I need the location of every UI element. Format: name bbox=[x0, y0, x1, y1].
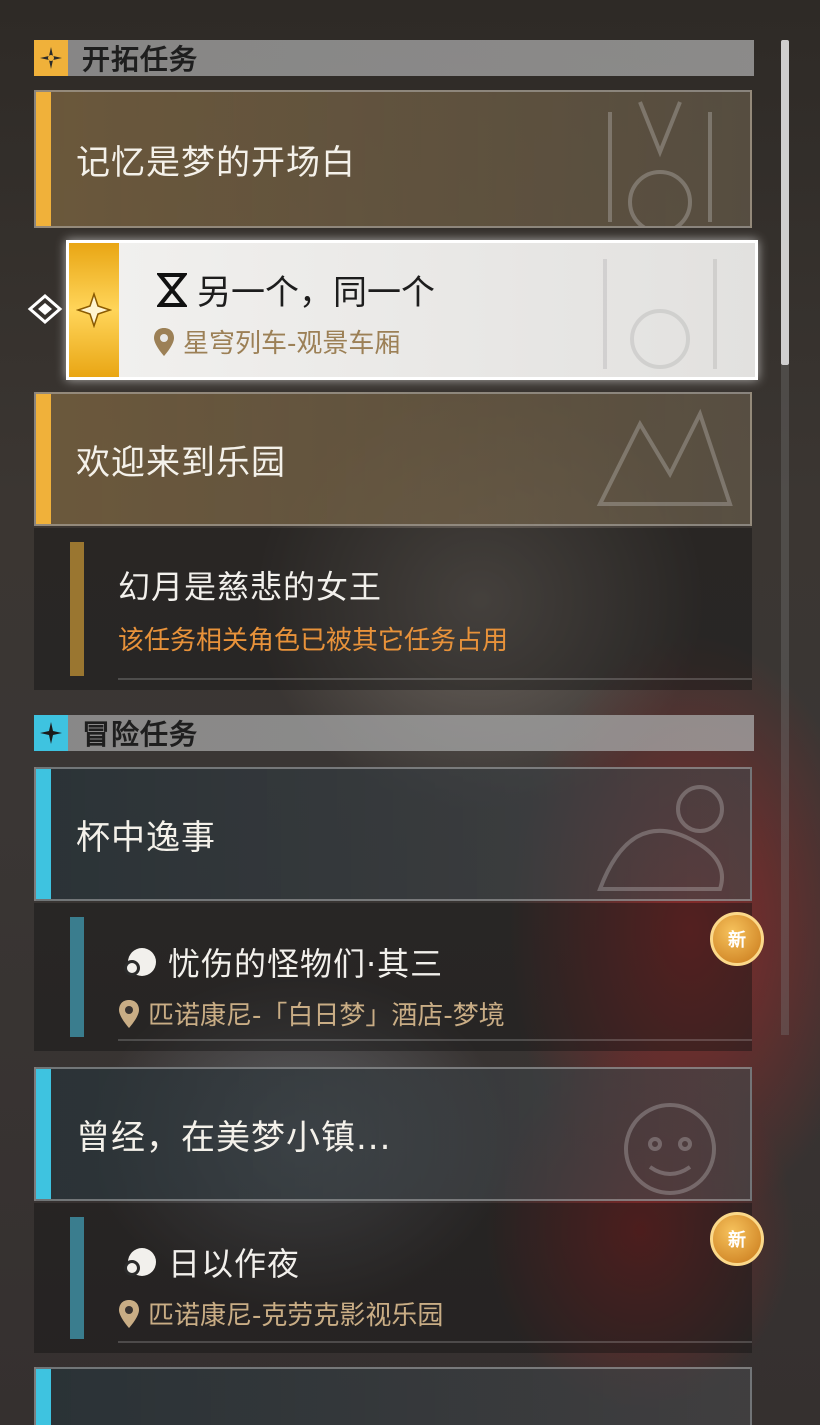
quest-card-partial[interactable] bbox=[34, 1367, 752, 1425]
quest-title-row: 日以作夜 bbox=[118, 1239, 300, 1285]
quest-title-text: 日以作夜 bbox=[168, 1245, 301, 1283]
quest-accent-bar bbox=[70, 542, 84, 676]
section-header-trailblaze: 开拓任务 bbox=[34, 40, 754, 76]
emblem-decoration-icon bbox=[608, 101, 712, 226]
quest-location-row: 匹诺康尼-「白日梦」酒店-梦境 bbox=[118, 995, 505, 1032]
emblem-decoration-icon bbox=[603, 259, 717, 369]
quest-accent-bar bbox=[36, 394, 51, 524]
quest-title-row: 忧伤的怪物们·其三 bbox=[118, 939, 443, 985]
quest-location: 匹诺康尼-「白日梦」酒店-梦境 bbox=[148, 1001, 505, 1031]
selected-quest-title-row: 另一个，同一个 bbox=[157, 265, 435, 314]
map-pin-icon bbox=[119, 1299, 139, 1328]
quest-title: 杯中逸事 bbox=[76, 817, 216, 858]
quest-accent-bar bbox=[70, 1217, 84, 1339]
quest-item-selected[interactable]: 另一个，同一个 星穹列车-观景车厢 bbox=[66, 240, 758, 380]
divider bbox=[118, 1039, 752, 1041]
quest-accent-bar bbox=[36, 1369, 51, 1425]
map-pin-icon bbox=[119, 999, 139, 1028]
scrollbar-track[interactable] bbox=[781, 365, 789, 1035]
quest-title: 记忆是梦的开场白 bbox=[76, 142, 356, 183]
quest-card-welcome[interactable]: 欢迎来到乐园 bbox=[34, 392, 752, 526]
quest-location-row: 匹诺康尼-克劳克影视乐园 bbox=[118, 1295, 443, 1332]
selected-quest-location-row: 星穹列车-观景车厢 bbox=[153, 323, 400, 360]
emblem-decoration-icon bbox=[597, 785, 724, 891]
new-badge: 新 bbox=[710, 912, 764, 966]
quest-accent-bar bbox=[36, 92, 51, 226]
quest-status-text: 该任务相关角色已被其它任务占用 bbox=[118, 626, 509, 656]
quest-location: 匹诺康尼-克劳克影视乐园 bbox=[148, 1301, 444, 1331]
emblem-decoration-icon bbox=[596, 408, 733, 506]
quest-card-dreamtown[interactable]: 曾经，在美梦小镇... bbox=[34, 1067, 752, 1201]
divider bbox=[118, 678, 752, 680]
compass-star-icon bbox=[34, 40, 68, 76]
quest-title: 另一个，同一个 bbox=[197, 273, 435, 313]
new-badge: 新 bbox=[710, 1212, 764, 1266]
emblem-decoration-icon bbox=[624, 1103, 716, 1195]
quest-type-thumbnail bbox=[69, 243, 119, 377]
quest-accent-bar bbox=[36, 769, 51, 899]
quest-title: 幻月是慈悲的女王 bbox=[118, 562, 382, 608]
divider bbox=[118, 1341, 752, 1343]
map-pin-icon bbox=[154, 327, 174, 356]
quest-accent-bar bbox=[70, 917, 84, 1037]
quest-title: 曾经，在美梦小镇... bbox=[76, 1117, 392, 1158]
section-header-adventure: 冒险任务 bbox=[34, 715, 754, 751]
diamond-pointer-icon bbox=[26, 290, 64, 328]
quest-accent-bar bbox=[36, 1069, 51, 1199]
quest-title: 欢迎来到乐园 bbox=[76, 442, 286, 483]
quest-item-daynight[interactable]: 日以作夜 匹诺康尼-克劳克影视乐园 bbox=[34, 1203, 752, 1353]
quest-item-moon[interactable]: 幻月是慈悲的女王 该任务相关角色已被其它任务占用 bbox=[34, 528, 752, 690]
section-title-trailblaze: 开拓任务 bbox=[82, 43, 199, 76]
quest-title-text: 忧伤的怪物们·其三 bbox=[168, 945, 444, 983]
scrollbar-thumb[interactable] bbox=[781, 40, 789, 365]
section-title-adventure: 冒险任务 bbox=[82, 718, 199, 751]
four-point-star-icon bbox=[34, 715, 68, 751]
quest-location: 星穹列车-观景车厢 bbox=[183, 329, 401, 359]
leaf-swirl-icon bbox=[124, 948, 156, 976]
quest-card-cup[interactable]: 杯中逸事 bbox=[34, 767, 752, 901]
hourglass-icon bbox=[157, 272, 187, 307]
leaf-swirl-icon bbox=[124, 1248, 156, 1276]
quest-title-text: 幻月是慈悲的女王 bbox=[118, 568, 383, 606]
quest-card-memory[interactable]: 记忆是梦的开场白 bbox=[34, 90, 752, 228]
quest-item-monsters[interactable]: 忧伤的怪物们·其三 匹诺康尼-「白日梦」酒店-梦境 bbox=[34, 903, 752, 1051]
quest-status: 该任务相关角色已被其它任务占用 bbox=[118, 620, 508, 657]
